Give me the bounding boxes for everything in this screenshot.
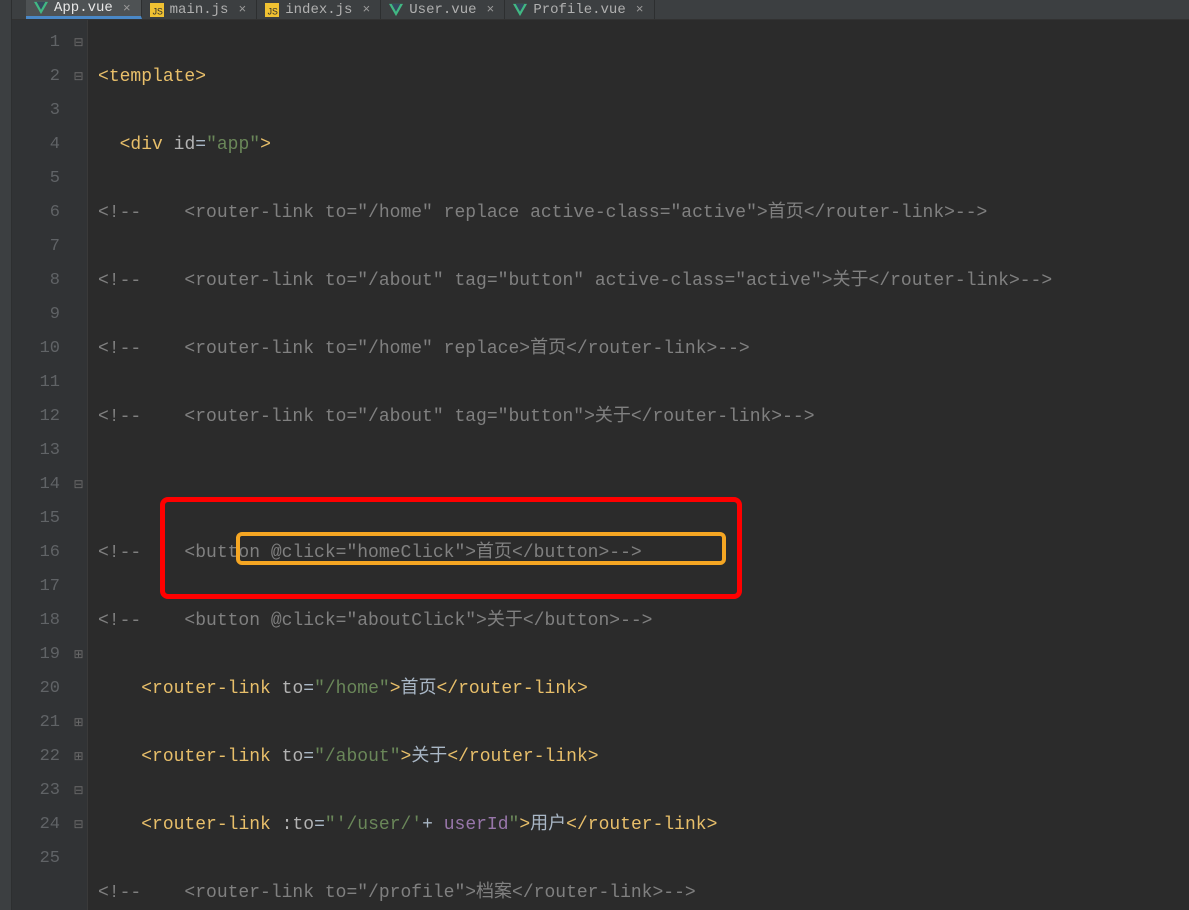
fold-end-icon[interactable]: ⊞	[70, 740, 87, 774]
code-line: <!-- <button @click="homeClick">首页</butt…	[98, 536, 1189, 570]
tab-app-vue[interactable]: App.vue ×	[26, 0, 142, 19]
js-icon: JS	[150, 3, 164, 17]
tab-user-vue[interactable]: User.vue ×	[381, 0, 505, 19]
line-number: 2	[12, 60, 60, 94]
close-icon[interactable]: ×	[483, 2, 495, 17]
line-number: 25	[12, 842, 60, 876]
fold-end-icon[interactable]: ⊞	[70, 706, 87, 740]
line-number: 8	[12, 264, 60, 298]
close-icon[interactable]: ×	[358, 2, 370, 17]
fold-toggle-icon[interactable]: ⊟	[70, 26, 87, 60]
code-line: <!-- <router-link to="/profile">档案</rout…	[98, 876, 1189, 910]
line-number: 21	[12, 706, 60, 740]
line-number: 1	[12, 26, 60, 60]
tab-label: main.js	[170, 2, 229, 18]
code-line	[98, 468, 1189, 502]
line-number: 18	[12, 604, 60, 638]
line-number: 3	[12, 94, 60, 128]
tab-main-js[interactable]: JS main.js ×	[142, 0, 258, 19]
close-icon[interactable]: ×	[119, 1, 131, 16]
line-number: 10	[12, 332, 60, 366]
code-line: <router-link to="/about">关于</router-link…	[98, 740, 1189, 774]
tab-label: Profile.vue	[533, 2, 625, 18]
code-line: <div id="app">	[98, 128, 1189, 162]
fold-toggle-icon[interactable]: ⊟	[70, 468, 87, 502]
js-icon: JS	[265, 3, 279, 17]
code-line: <template>	[98, 60, 1189, 94]
fold-gutter: ⊟ ⊟ ⊟ ⊞ ⊞ ⊞ ⊟ ⊟	[70, 20, 88, 910]
line-number: 5	[12, 162, 60, 196]
code-editor[interactable]: 1 2 3 4 5 6 7 8 9 10 11 12 13 14 15 16 1…	[12, 20, 1189, 910]
code-line: <!-- <router-link to="/home" replace act…	[98, 196, 1189, 230]
tool-window-stripe[interactable]	[0, 0, 12, 910]
line-number: 6	[12, 196, 60, 230]
code-line: <!-- <router-link to="/about" tag="butto…	[98, 264, 1189, 298]
tab-label: index.js	[285, 2, 352, 18]
code-line: <!-- <router-link to="/about" tag="butto…	[98, 400, 1189, 434]
fold-toggle-icon[interactable]: ⊟	[70, 808, 87, 842]
svg-text:JS: JS	[152, 6, 162, 16]
line-number: 16	[12, 536, 60, 570]
fold-end-icon[interactable]: ⊞	[70, 638, 87, 672]
code-line: <router-link to="/home">首页</router-link>	[98, 672, 1189, 706]
tab-label: App.vue	[54, 0, 113, 16]
line-number: 20	[12, 672, 60, 706]
tab-index-js[interactable]: JS index.js ×	[257, 0, 381, 19]
line-number: 22	[12, 740, 60, 774]
close-icon[interactable]: ×	[234, 2, 246, 17]
line-number: 13	[12, 434, 60, 468]
fold-toggle-icon[interactable]: ⊟	[70, 774, 87, 808]
line-number: 7	[12, 230, 60, 264]
line-number: 24	[12, 808, 60, 842]
code-area[interactable]: <template> <div id="app"> <!-- <router-l…	[88, 20, 1189, 910]
vue-icon	[34, 1, 48, 15]
line-number: 23	[12, 774, 60, 808]
tab-label: User.vue	[409, 2, 476, 18]
line-number: 15	[12, 502, 60, 536]
line-number: 9	[12, 298, 60, 332]
fold-toggle-icon[interactable]: ⊟	[70, 60, 87, 94]
vue-icon	[513, 3, 527, 17]
line-number: 11	[12, 366, 60, 400]
editor-tabbar: App.vue × JS main.js × JS index.js × Use…	[12, 0, 1189, 20]
code-line: <!-- <router-link to="/home" replace>首页<…	[98, 332, 1189, 366]
line-number: 4	[12, 128, 60, 162]
line-number-gutter: 1 2 3 4 5 6 7 8 9 10 11 12 13 14 15 16 1…	[12, 20, 70, 910]
tab-profile-vue[interactable]: Profile.vue ×	[505, 0, 654, 19]
vue-icon	[389, 3, 403, 17]
line-number: 17	[12, 570, 60, 604]
code-line: <router-link :to="'/user/'+ userId">用户</…	[98, 808, 1189, 842]
code-line: <!-- <button @click="aboutClick">关于</but…	[98, 604, 1189, 638]
close-icon[interactable]: ×	[632, 2, 644, 17]
line-number: 19	[12, 638, 60, 672]
line-number: 14	[12, 468, 60, 502]
svg-text:JS: JS	[268, 6, 278, 16]
line-number: 12	[12, 400, 60, 434]
